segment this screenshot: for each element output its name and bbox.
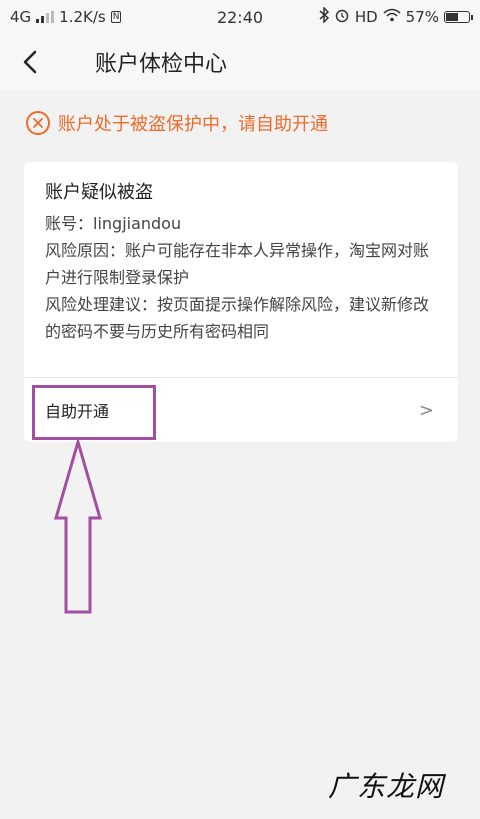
wifi-icon [383, 8, 401, 26]
notification-icon: N [110, 11, 122, 23]
chevron-right-icon: > [418, 399, 434, 421]
page-title: 账户体检中心 [95, 52, 228, 77]
signal-icon [36, 11, 55, 23]
reason-line: 风险原因：账户可能存在非本人异常操作，淘宝网对账户进行限制登录保护 [45, 241, 430, 287]
account-line: 账号：lingjiandou [45, 214, 182, 233]
status-right: HD 57% [319, 6, 473, 27]
arrow-up-icon [54, 440, 102, 614]
back-button[interactable] [0, 34, 60, 90]
card-title: 账户疑似被盗 [45, 182, 153, 203]
status-left: 4G 1.2K/s N [10, 8, 122, 26]
network-speed: 1.2K/s [59, 8, 106, 26]
network-type: 4G [10, 8, 32, 26]
warning-text: 账户处于被盗保护中，请自助开通 [58, 114, 328, 135]
watermark: 广东龙网 [327, 770, 444, 803]
hd-label: HD [354, 8, 378, 26]
battery-icon [444, 11, 473, 23]
card-body: 账号：lingjiandou 风险原因：账户可能存在非本人异常操作，淘宝网对账户… [45, 210, 441, 345]
alarm-icon [334, 7, 350, 27]
close-circle-icon [26, 111, 50, 135]
nav-bar: 账户体检中心 [0, 34, 480, 90]
warning-banner: 账户处于被盗保护中，请自助开通 [26, 110, 328, 136]
highlight-box [32, 385, 156, 440]
battery-percent: 57% [405, 8, 439, 26]
status-bar: 4G 1.2K/s N 22:40 HD 57% [0, 0, 480, 34]
bluetooth-icon [319, 6, 329, 27]
chevron-left-icon [23, 50, 37, 74]
advice-line: 风险处理建议：按页面提示操作解除风险，建议新修改的密码不要与历史所有密码相同 [45, 295, 430, 341]
